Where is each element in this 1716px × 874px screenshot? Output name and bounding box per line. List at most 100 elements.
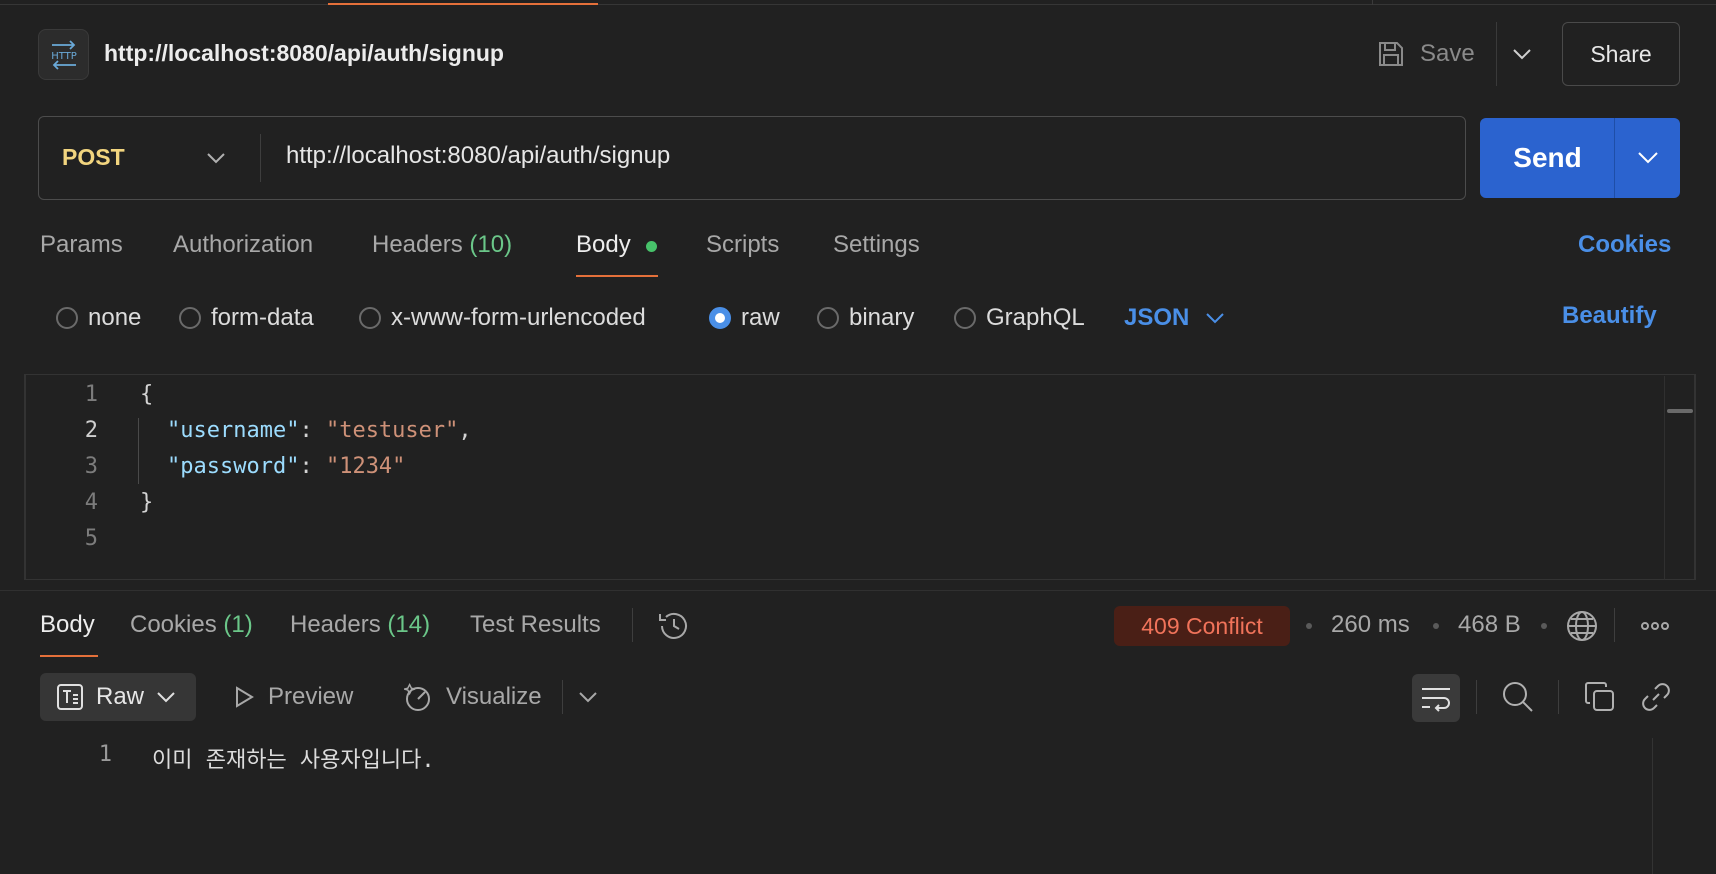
- send-button[interactable]: Send: [1480, 118, 1615, 198]
- json-key: "password": [167, 454, 300, 479]
- chevron-down-icon: [1637, 152, 1658, 164]
- editor-scrollbar[interactable]: [1664, 376, 1696, 580]
- response-tab-test-results[interactable]: Test Results: [470, 611, 601, 639]
- response-tab-cookies[interactable]: Cookies (1): [130, 611, 253, 639]
- tab-label: Test Results: [470, 611, 601, 638]
- send-options-button[interactable]: [1615, 118, 1680, 198]
- toolbar-separator: [1558, 680, 1559, 714]
- radio-label: GraphQL: [986, 304, 1085, 331]
- body-modified-dot: [646, 241, 657, 252]
- tab-label: Headers: [372, 231, 463, 258]
- cookies-link[interactable]: Cookies: [1578, 231, 1671, 259]
- http-request-icon: HTTP: [38, 29, 89, 80]
- tab-scripts[interactable]: Scripts: [706, 231, 779, 259]
- status-badge[interactable]: 409 Conflict: [1114, 606, 1290, 646]
- radio-raw[interactable]: raw: [709, 302, 780, 334]
- response-tab-headers[interactable]: Headers (14): [290, 611, 430, 639]
- globe-icon[interactable]: [1564, 608, 1600, 644]
- method-select[interactable]: POST: [62, 144, 125, 171]
- beautify-button[interactable]: Beautify: [1562, 302, 1657, 330]
- play-icon: [236, 686, 254, 708]
- tab-authorization[interactable]: Authorization: [173, 231, 313, 259]
- chevron-down-icon[interactable]: [204, 146, 228, 170]
- json-colon: :: [299, 454, 326, 479]
- visualize-options-button[interactable]: [568, 677, 608, 717]
- radio-circle[interactable]: [954, 307, 976, 329]
- save-label: Save: [1420, 40, 1475, 67]
- active-tab-indicator: [328, 3, 598, 5]
- copy-icon: [1585, 682, 1614, 711]
- toolbar-separator: [1476, 680, 1477, 714]
- tab-headers[interactable]: Headers (10): [372, 231, 512, 259]
- raw-view-select[interactable]: Raw: [40, 673, 196, 721]
- meta-separator: [1614, 608, 1615, 642]
- preview-button[interactable]: Preview: [232, 673, 353, 721]
- radio-none[interactable]: none: [56, 302, 141, 334]
- chevron-down-icon: [1206, 313, 1225, 324]
- share-button[interactable]: Share: [1562, 22, 1680, 86]
- link-button[interactable]: [1636, 677, 1676, 717]
- editor-scroll-thumb[interactable]: [1667, 409, 1693, 413]
- history-icon[interactable]: [656, 608, 692, 644]
- radio-label: x-www-form-urlencoded: [391, 304, 646, 331]
- indent-guide: [138, 418, 139, 484]
- tab-label: Cookies: [130, 611, 217, 638]
- request-title[interactable]: http://localhost:8080/api/auth/signup: [104, 40, 504, 67]
- tab-params[interactable]: Params: [40, 231, 123, 259]
- top-tab-separator: [1372, 0, 1373, 5]
- link-icon: [1642, 683, 1670, 711]
- tab-label: Authorization: [173, 231, 314, 258]
- radio-circle[interactable]: [817, 307, 839, 329]
- tab-label: Headers: [290, 611, 381, 638]
- response-tab-body[interactable]: Body: [40, 611, 95, 639]
- save-options-button[interactable]: [1508, 34, 1536, 74]
- chevron-down-icon: [157, 692, 175, 703]
- response-body-text[interactable]: 이미 존재하는 사용자입니다.: [152, 742, 435, 774]
- tab-body[interactable]: Body: [576, 231, 631, 259]
- visualize-button[interactable]: Visualize: [402, 673, 542, 721]
- line-number: 4: [84, 490, 98, 515]
- tab-label: Settings: [833, 231, 920, 258]
- text-format-icon: [57, 684, 83, 710]
- body-format-select[interactable]: JSON: [1124, 302, 1225, 334]
- radio-circle-checked[interactable]: [709, 307, 731, 329]
- radio-binary[interactable]: binary: [817, 302, 914, 334]
- meta-separator-dot: [1306, 623, 1312, 629]
- visualize-label: Visualize: [446, 683, 542, 710]
- radio-circle[interactable]: [179, 307, 201, 329]
- radio-x-www-form-urlencoded[interactable]: x-www-form-urlencoded: [359, 302, 646, 334]
- line-number: 5: [84, 526, 98, 551]
- line-number: 2: [84, 418, 98, 443]
- radio-graphql[interactable]: GraphQL: [954, 302, 1085, 334]
- radio-circle[interactable]: [359, 307, 381, 329]
- code-close-brace: }: [140, 490, 154, 515]
- http-icon-label: HTTP: [51, 51, 77, 62]
- tab-count: (10): [469, 231, 513, 258]
- json-colon: :: [299, 418, 326, 443]
- chevron-down-icon: [1513, 49, 1531, 60]
- save-icon: [1379, 42, 1403, 66]
- response-time[interactable]: 260 ms: [1331, 611, 1410, 639]
- response-scrollbar[interactable]: [1652, 738, 1653, 874]
- radio-form-data[interactable]: form-data: [179, 302, 314, 334]
- top-tab-strip-line: [0, 4, 1716, 5]
- line-number: 3: [84, 454, 98, 479]
- response-divider[interactable]: [0, 590, 1716, 591]
- search-button[interactable]: [1498, 677, 1538, 717]
- url-bar: [38, 116, 1466, 200]
- copy-button[interactable]: [1580, 677, 1620, 717]
- code-line-username: "username": "testuser",: [167, 418, 472, 443]
- tab-settings[interactable]: Settings: [833, 231, 920, 259]
- save-divider: [1496, 22, 1497, 86]
- raw-label: Raw: [96, 683, 145, 710]
- json-comma: ,: [458, 418, 472, 443]
- active-tab-underline: [576, 275, 658, 277]
- line-number: 1: [84, 382, 98, 407]
- word-wrap-button[interactable]: [1412, 674, 1460, 722]
- url-input[interactable]: http://localhost:8080/api/auth/signup: [286, 142, 670, 170]
- radio-label: form-data: [211, 304, 314, 331]
- response-size[interactable]: 468 B: [1458, 611, 1521, 639]
- more-options-icon[interactable]: [1640, 612, 1670, 640]
- save-button[interactable]: Save: [1376, 30, 1475, 78]
- radio-circle[interactable]: [56, 307, 78, 329]
